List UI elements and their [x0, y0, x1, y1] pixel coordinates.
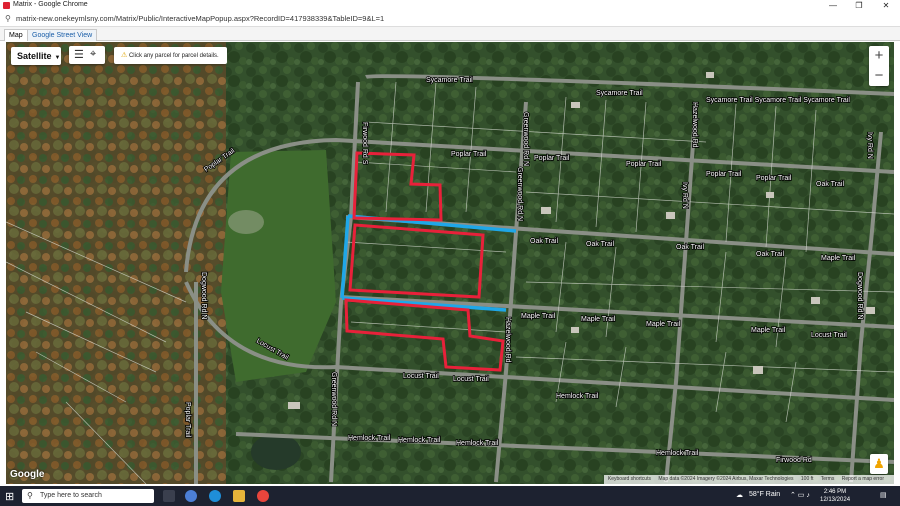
close-button[interactable]: ✕	[875, 0, 897, 11]
url-text[interactable]: matrix-new.onekeymlsny.com/Matrix/Public…	[16, 14, 384, 23]
task-view-icon[interactable]	[163, 490, 175, 502]
layers-icon[interactable]: ☰	[74, 48, 84, 61]
street-label: Ivy Rd N	[681, 182, 688, 209]
tab-map[interactable]: Map	[4, 29, 28, 41]
street-label: Sycamore Trail	[426, 77, 473, 84]
map-tabs: Map Google Street View	[0, 27, 900, 41]
street-label: Dogwood Rd N	[856, 272, 863, 319]
parcel-hint-text: Click any parcel for parcel details.	[128, 53, 219, 59]
street-label: Locust Trail	[453, 376, 489, 383]
street-label: Poplar Trail	[626, 161, 662, 168]
zoom-in-button[interactable]: +	[869, 46, 889, 66]
map-type-button[interactable]: Satellite ▼	[11, 47, 61, 65]
street-label: Oak Trail	[676, 244, 704, 251]
weather-icon[interactable]: ☁	[736, 491, 743, 499]
street-label: Oak Trail	[530, 238, 558, 245]
keyboard-shortcuts-link[interactable]: Keyboard shortcuts	[608, 476, 651, 482]
windows-start-icon[interactable]: ⊞	[5, 490, 14, 503]
street-label: Poplar Trail	[184, 402, 191, 438]
street-label: Maple Trail	[751, 327, 786, 334]
street-label: Firwood Rd	[776, 457, 812, 464]
tray-icons[interactable]: ⌃ ▭ ♪	[790, 491, 810, 499]
street-label: Poplar Trail	[451, 151, 487, 158]
window-title: Matrix - Google Chrome	[13, 1, 88, 8]
street-label: Hemlock Trail	[348, 435, 391, 442]
google-logo: Google	[10, 469, 45, 480]
street-label: Oak Trail	[756, 251, 784, 258]
map-type-label: Satellite	[17, 51, 52, 61]
street-label: Maple Trail	[821, 255, 856, 262]
street-label: Sycamore Trail Sycamore Trail Sycamore T…	[706, 97, 850, 104]
street-label: Maple Trail	[581, 316, 616, 323]
copilot-icon[interactable]	[185, 490, 197, 502]
edge-icon[interactable]	[209, 490, 221, 502]
clock-date: 12/13/2024	[820, 497, 851, 503]
system-clock[interactable]: 2:46 PM 12/13/2024	[820, 488, 850, 504]
street-label: Hazelwood Rd	[691, 102, 698, 148]
pond	[251, 434, 301, 470]
zoom-control: + −	[869, 46, 889, 86]
search-placeholder: Type here to search	[40, 492, 102, 499]
street-label: Hazelwood Rd	[504, 317, 511, 363]
street-label: Hemlock Trail	[556, 393, 599, 400]
parcel-hint: ⚠ Click any parcel for parcel details.	[114, 47, 227, 64]
map-canvas[interactable]: Sycamore Trail Sycamore Trail Sycamore T…	[6, 42, 894, 484]
title-bar: Matrix - Google Chrome — ❐ ✕	[0, 0, 900, 11]
maximize-button[interactable]: ❐	[848, 0, 870, 11]
street-label: Locust Trail	[403, 373, 439, 380]
taskbar: ⊞ ⚲ Type here to search ☁ 58°F Rain ⌃ ▭ …	[0, 486, 900, 506]
clearing	[228, 210, 264, 234]
street-label: Oak Trail	[816, 181, 844, 188]
file-explorer-icon[interactable]	[233, 490, 245, 502]
minimize-button[interactable]: —	[822, 0, 844, 11]
street-label: Poplar Trail	[756, 175, 792, 182]
chrome-icon[interactable]	[257, 490, 269, 502]
autumn-forest-area	[6, 42, 226, 484]
street-label: Greenwood Rd N	[330, 372, 337, 426]
clock-time: 2:46 PM	[823, 489, 847, 495]
street-label: Hemlock Trail	[456, 440, 499, 447]
street-label: Poplar Trail	[706, 171, 742, 178]
chevron-down-icon: ▼	[54, 55, 61, 61]
map-data-text: Map data ©2024 Imagery ©2024 Airbus, Max…	[658, 476, 794, 482]
street-label: Oak Trail	[586, 241, 614, 248]
location-icon[interactable]: ⌖	[90, 48, 96, 61]
street-label: Locust Trail	[811, 332, 847, 339]
pegman-icon[interactable]: ♟	[870, 454, 888, 474]
street-label: Firwood Rd S	[361, 122, 368, 165]
satellite-map[interactable]: Sycamore Trail Sycamore Trail Sycamore T…	[6, 42, 894, 484]
site-info-icon[interactable]: ⚲	[5, 14, 11, 23]
street-label: Dogwood Rd N	[200, 272, 207, 319]
street-label: Maple Trail	[646, 321, 681, 328]
notification-icon[interactable]: ▤	[880, 491, 887, 499]
tab-google-street-view[interactable]: Google Street View	[27, 29, 98, 41]
street-label: Maple Trail	[521, 313, 556, 320]
street-label: Hemlock Trail	[398, 437, 441, 444]
chrome-app-icon	[3, 2, 10, 9]
report-error-link[interactable]: Report a map error	[842, 476, 884, 482]
taskbar-search[interactable]: ⚲ Type here to search	[22, 489, 154, 503]
map-attribution: Keyboard shortcuts Map data ©2024 Imager…	[603, 475, 894, 484]
street-label: Greenwood Rd N	[516, 167, 523, 221]
terms-link[interactable]: Terms	[821, 476, 835, 482]
warning-icon: ⚠	[121, 52, 128, 59]
street-label: Hemlock Trail	[656, 450, 699, 457]
scale-bar[interactable]: 100 ft	[801, 476, 814, 482]
street-label: Sycamore Trail	[596, 90, 643, 97]
map-tools: ☰ ⌖	[69, 46, 105, 64]
weather-text[interactable]: 58°F Rain	[749, 491, 780, 498]
zoom-out-button[interactable]: −	[869, 66, 889, 86]
address-bar[interactable]: ⚲ matrix-new.onekeymlsny.com/Matrix/Publ…	[0, 11, 900, 27]
search-icon: ⚲	[27, 491, 33, 500]
street-label: Ivy Rd N	[866, 132, 873, 159]
street-label: Poplar Trail	[534, 155, 570, 162]
street-label: Greenwood Rd N	[522, 112, 529, 166]
